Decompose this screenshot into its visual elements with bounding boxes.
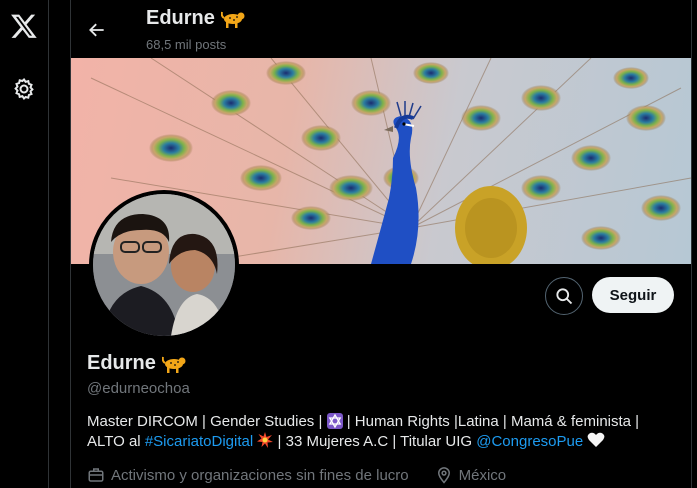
avatar-photo [93,194,235,336]
white-heart-icon [587,432,605,447]
profile-location: México [458,466,507,484]
x-logo-icon[interactable] [10,12,38,40]
avatar[interactable] [89,190,239,340]
search-icon [556,288,573,305]
left-rail [0,0,49,488]
explosion-emoji-icon [257,432,274,448]
bio-text: | 33 Mujeres A.C | Titular UIG [273,433,477,450]
bio-text: | Human Rights |Latina | Mamá & feminist… [342,413,640,430]
profile-handle: @edurneochoa [87,380,190,397]
hashtag-link[interactable]: #SicariatoDigital [145,433,253,450]
search-profile-button[interactable] [545,277,583,315]
star-of-david-icon [326,413,343,429]
profile-meta: Activismo y organizaciones sin fines de … [87,466,506,484]
profile-name: Edurne [87,352,186,375]
profile-name-text: Edurne [87,352,156,374]
header-name-text: Edurne [146,7,215,29]
back-arrow-icon[interactable] [87,20,107,40]
header-name: Edurne [146,7,245,30]
profile-header-bar: Edurne 68,5 mil posts [71,0,691,58]
follow-button[interactable]: Seguir [592,277,674,313]
profile-column: Edurne 68,5 mil posts Seguir Edurne @edu… [70,0,692,488]
mention-link[interactable]: @CongresoPue [476,433,583,450]
location-pin-icon [437,467,450,484]
bio-text: ALTO al [87,433,145,450]
bio-text: Master DIRCOM | Gender Studies | [87,413,327,430]
briefcase-icon [88,468,104,482]
profile-category: Activismo y organizaciones sin fines de … [111,466,409,484]
post-count: 68,5 mil posts [146,37,227,52]
gear-icon[interactable] [12,77,36,101]
profile-bio: Master DIRCOM | Gender Studies | | Human… [87,412,687,452]
leopard-emoji-icon [220,11,245,28]
leopard-emoji-icon [161,356,186,373]
